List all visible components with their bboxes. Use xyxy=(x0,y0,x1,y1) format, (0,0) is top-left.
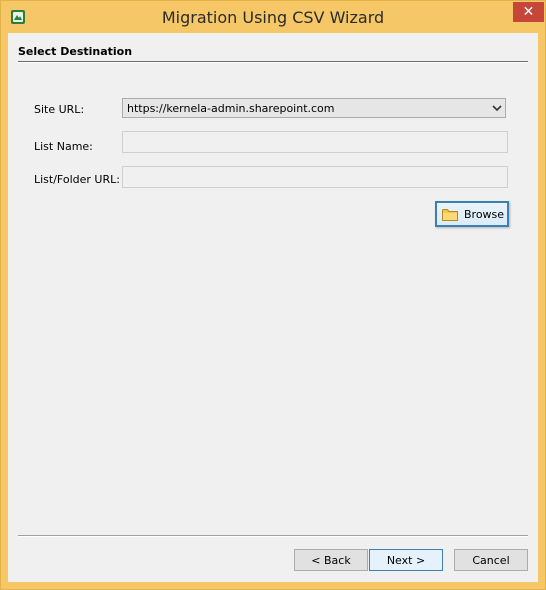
footer-divider xyxy=(18,535,528,537)
site-url-dropdown[interactable]: https://kernela-admin.sharepoint.com xyxy=(122,98,506,118)
section-title: Select Destination xyxy=(18,45,133,58)
chevron-down-icon xyxy=(492,105,502,112)
back-button[interactable]: < Back xyxy=(294,549,368,571)
site-url-value: https://kernela-admin.sharepoint.com xyxy=(127,102,335,115)
close-button[interactable]: ✕ xyxy=(513,2,544,22)
next-button[interactable]: Next > xyxy=(369,549,443,571)
browse-button[interactable]: Browse xyxy=(435,201,509,227)
wizard-body: Select Destination Site URL: https://ker… xyxy=(8,33,538,582)
site-url-label: Site URL: xyxy=(34,103,85,116)
title-bar[interactable]: Migration Using CSV Wizard ✕ xyxy=(1,1,545,33)
window-title: Migration Using CSV Wizard xyxy=(161,8,385,27)
folder-url-label: List/Folder URL: xyxy=(34,173,120,186)
list-name-field[interactable] xyxy=(122,131,508,153)
browse-label: Browse xyxy=(464,208,505,221)
folder-icon xyxy=(442,209,458,221)
list-name-label: List Name: xyxy=(34,140,93,153)
cancel-button[interactable]: Cancel xyxy=(454,549,528,571)
wizard-window: Migration Using CSV Wizard ✕ Select Dest… xyxy=(0,0,546,590)
section-divider xyxy=(18,61,528,63)
folder-url-field[interactable] xyxy=(122,166,508,188)
